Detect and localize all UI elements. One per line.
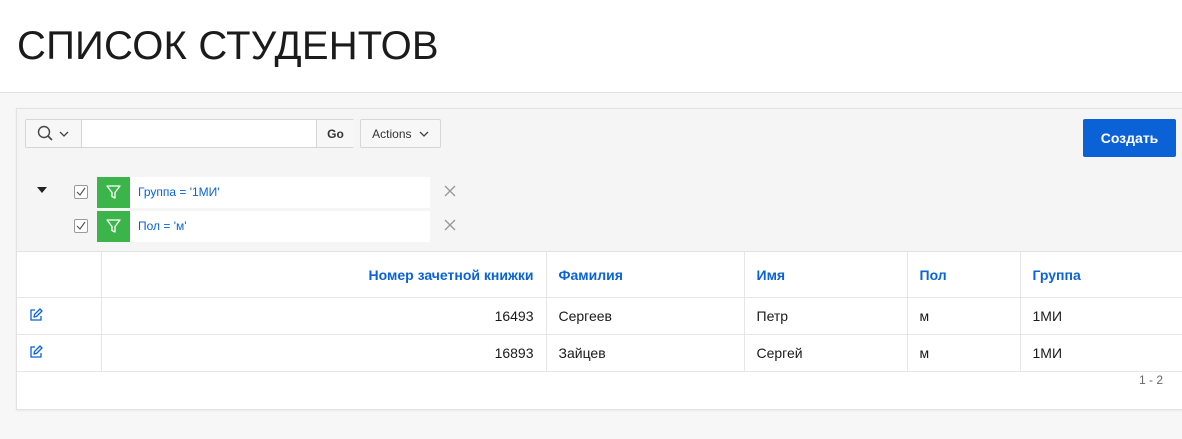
filter-label[interactable]: Пол = 'м' [130,211,430,242]
create-button[interactable]: Создать [1083,119,1176,157]
search-input[interactable] [82,120,316,147]
report-table: Номер зачетной книжки Фамилия Имя Пол Гр… [17,252,1182,372]
cell-number: 16893 [101,334,547,372]
cell-group: 1МИ [1020,334,1182,372]
column-header-name[interactable]: Имя [744,252,908,298]
edit-icon[interactable] [29,344,43,359]
chevron-down-icon [59,131,69,137]
column-header-number[interactable]: Номер зачетной книжки [101,252,547,298]
report-region: Go Actions Создать Группа = '1МИ' Пол = … [16,108,1182,410]
cell-gender: м [907,297,1021,335]
chevron-down-icon [419,131,429,138]
actions-label: Actions [372,126,412,141]
go-button[interactable]: Go [316,120,354,147]
checkbox-checked-icon [76,221,86,230]
pagination-label: 1 - 2 [1138,373,1163,387]
close-icon[interactable] [444,219,456,231]
search-column-menu[interactable] [26,120,82,147]
cell-gender: м [907,334,1021,372]
cell-number: 16493 [101,297,547,335]
filter-item: Пол = 'м' [17,210,517,242]
actions-menu-button[interactable]: Actions [360,119,441,148]
filter-label[interactable]: Группа = '1МИ' [130,177,430,208]
filter-funnel-badge [97,211,130,242]
checkbox-checked-icon [76,187,86,196]
table-row: 16893 Зайцев Сергей м 1МИ [17,334,1182,372]
filter-panel: Группа = '1МИ' Пол = 'м' [17,167,1182,252]
search-icon [37,125,53,141]
filter-funnel-icon [106,185,121,199]
filter-item: Группа = '1МИ' [17,176,517,208]
cell-group: 1МИ [1020,297,1182,335]
edit-cell [17,297,102,335]
filter-funnel-icon [106,219,121,233]
close-icon[interactable] [444,185,456,197]
column-header-gender[interactable]: Пол [907,252,1021,298]
filter-checkbox[interactable] [74,185,88,199]
report-toolbar: Go Actions Создать [17,109,1182,167]
page-title: СПИСОК СТУДЕНТОВ [17,24,439,68]
column-header-surname[interactable]: Фамилия [546,252,745,298]
edit-cell [17,334,102,372]
cell-name: Петр [744,297,908,335]
table-row: 16493 Сергеев Петр м 1МИ [17,297,1182,335]
page-header: СПИСОК СТУДЕНТОВ [0,0,1182,93]
cell-name: Сергей [744,334,908,372]
cell-surname: Сергеев [546,297,745,335]
column-header-group[interactable]: Группа [1020,252,1182,298]
table-header-row: Номер зачетной книжки Фамилия Имя Пол Гр… [17,252,1182,298]
search-bar: Go [25,119,354,148]
edit-column-header [17,252,102,298]
filter-checkbox[interactable] [74,219,88,233]
cell-surname: Зайцев [546,334,745,372]
edit-icon[interactable] [29,307,43,322]
filter-funnel-badge [97,177,130,208]
